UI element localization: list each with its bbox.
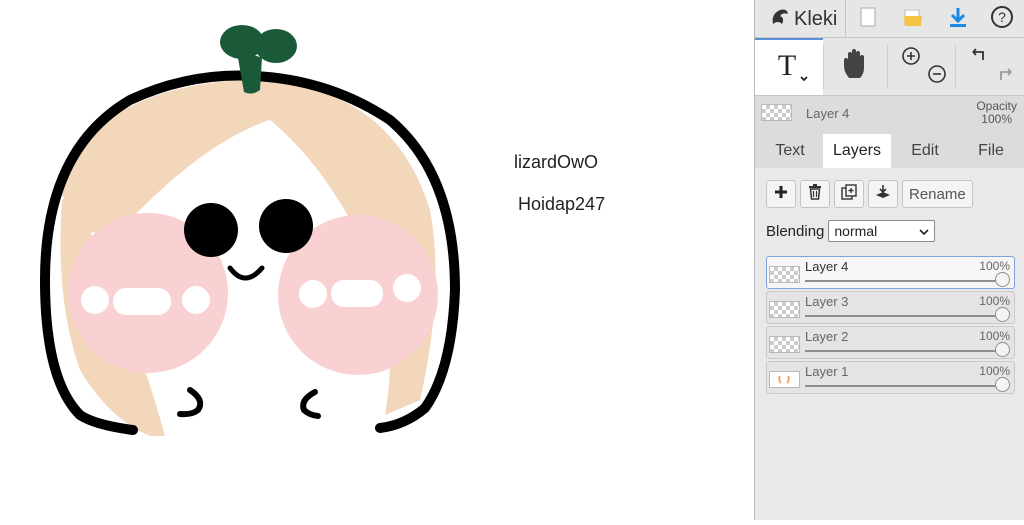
layer-item-1[interactable]: Layer 1 100% <box>766 361 1015 394</box>
zoom-in-icon[interactable] <box>901 46 921 71</box>
layer-opacity-value: 100% <box>979 364 1010 378</box>
hand-tool-button[interactable] <box>823 38 887 95</box>
download-button[interactable] <box>943 4 973 34</box>
layer-thumbnail <box>769 301 800 318</box>
layer-opacity-value: 100% <box>979 259 1010 273</box>
text-tool-button[interactable]: T <box>755 38 823 95</box>
redo-icon[interactable] <box>995 64 1015 89</box>
layer-name: Layer 3 <box>805 294 849 309</box>
drawing-canvas[interactable]: lizardOwO Hoidap247 <box>0 0 754 520</box>
canvas-text-2: Hoidap247 <box>518 194 606 214</box>
canvas-text-1: lizardOwO <box>514 152 599 172</box>
help-icon: ? <box>990 5 1014 34</box>
layer-opacity-value: 100% <box>979 294 1010 308</box>
hand-tool-icon <box>840 48 870 85</box>
delete-layer-button[interactable] <box>800 180 830 208</box>
current-layer-name: Layer 4 <box>806 106 850 121</box>
layer-name: Layer 4 <box>805 259 849 274</box>
layer-opacity-slider[interactable] <box>995 272 1010 287</box>
layer-thumbnail <box>769 266 800 283</box>
duplicate-layer-icon <box>841 183 857 205</box>
undo-redo-controls <box>955 38 1024 95</box>
open-image-button[interactable] <box>898 4 928 34</box>
blending-row: Blending normal <box>766 220 936 242</box>
rename-layer-button[interactable]: Rename <box>902 180 973 208</box>
tab-file[interactable]: File <box>961 134 1021 168</box>
undo-icon[interactable] <box>969 46 989 71</box>
current-layer-info: Layer 4 Opacity 100% <box>755 96 1024 130</box>
tab-layers[interactable]: Layers <box>823 134 891 168</box>
top-bar: Kleki ? <box>755 0 1024 38</box>
layer-item-3[interactable]: Layer 3 100% <box>766 291 1015 324</box>
canvas-drawing <box>39 25 461 436</box>
text-tool-icon: T <box>767 45 811 90</box>
layer-opacity-track <box>805 315 1002 317</box>
open-folder-icon <box>902 6 924 33</box>
blending-select[interactable]: normal <box>828 220 936 242</box>
help-button[interactable]: ? <box>987 4 1017 34</box>
svg-text:?: ? <box>998 9 1006 25</box>
layer-name: Layer 2 <box>805 329 849 344</box>
download-icon <box>947 6 969 33</box>
app-name: Kleki <box>794 8 838 30</box>
new-image-icon <box>859 6 877 33</box>
layer-opacity-slider[interactable] <box>995 342 1010 357</box>
opacity-value: 100% <box>981 112 1012 126</box>
new-image-button[interactable] <box>853 4 883 34</box>
merge-layer-icon <box>875 184 891 205</box>
layers-panel: Rename Blending normal Layer 4 100% Laye… <box>755 168 1024 520</box>
layer-opacity-track <box>805 280 1002 282</box>
layer-item-4[interactable]: Layer 4 100% <box>766 256 1015 289</box>
chevron-down-icon <box>919 223 929 239</box>
add-layer-icon <box>774 185 788 204</box>
blending-label: Blending <box>766 222 825 240</box>
tab-edit[interactable]: Edit <box>895 134 955 168</box>
blending-value: normal <box>834 223 878 239</box>
layer-opacity-track <box>805 350 1002 352</box>
merge-layer-button[interactable] <box>868 180 898 208</box>
layer-opacity-track <box>805 385 1002 387</box>
zoom-out-icon[interactable] <box>927 64 947 89</box>
layer-opacity-slider[interactable] <box>995 377 1010 392</box>
layer-name: Layer 1 <box>805 364 849 379</box>
side-panel: Kleki ? T Layer 4 Opacity 100% Text Laye… <box>754 0 1024 520</box>
panel-tabs: Text Layers Edit File <box>755 130 1024 168</box>
layer-thumbnail <box>769 336 800 353</box>
duplicate-layer-button[interactable] <box>834 180 864 208</box>
svg-text:T: T <box>778 49 796 82</box>
kleki-logo-icon <box>769 6 791 33</box>
app-logo[interactable]: Kleki <box>769 6 837 33</box>
add-layer-button[interactable] <box>766 180 796 208</box>
layer-thumbnail <box>769 371 800 388</box>
layer-buttons: Rename <box>766 180 973 208</box>
layer-opacity-slider[interactable] <box>995 307 1010 322</box>
zoom-controls <box>887 38 955 95</box>
delete-layer-icon <box>808 183 822 205</box>
layer-opacity-value: 100% <box>979 329 1010 343</box>
layer-item-2[interactable]: Layer 2 100% <box>766 326 1015 359</box>
tool-row: T <box>755 38 1024 96</box>
current-layer-thumbnail <box>761 104 792 121</box>
tab-text[interactable]: Text <box>761 134 819 168</box>
